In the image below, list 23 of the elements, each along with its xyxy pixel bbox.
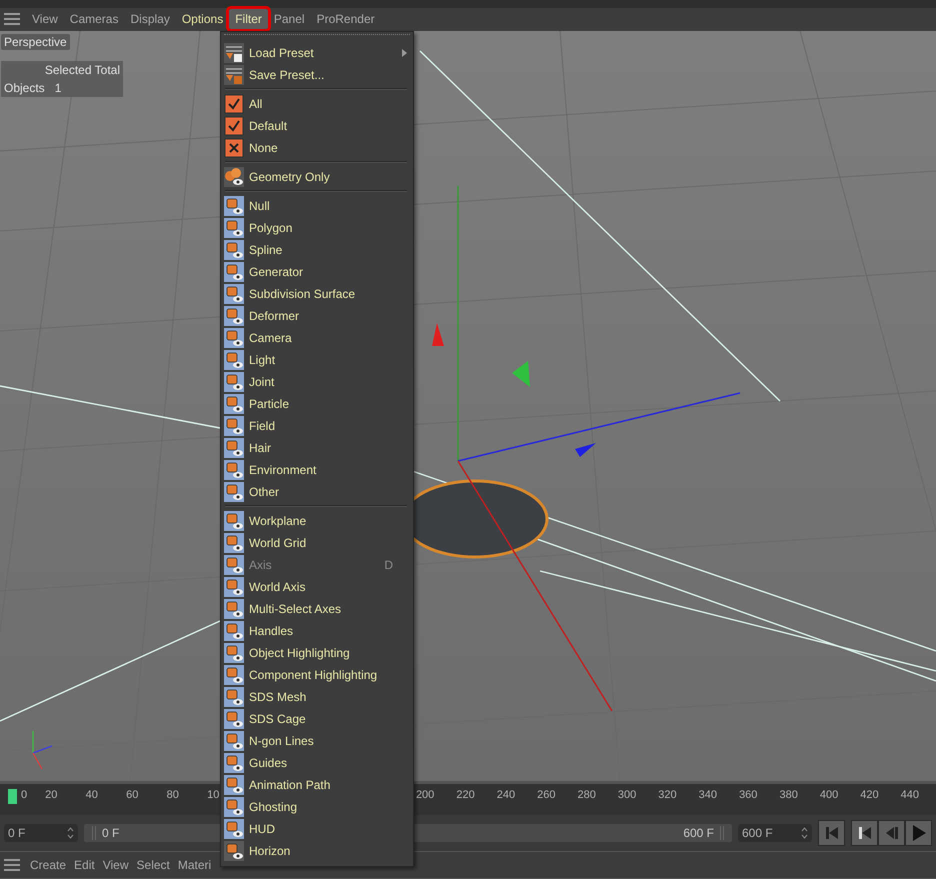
frame-number: 0 — [20, 789, 28, 804]
hud-label: Objects — [4, 80, 45, 95]
frame-number: 360 — [738, 789, 758, 802]
hud-value: 1 — [54, 80, 62, 95]
frame-number: 60 — [125, 789, 140, 804]
frame-number: 400 — [818, 789, 840, 802]
frame-number: 20 — [44, 789, 58, 804]
frame-number: 380 — [778, 789, 799, 802]
frame-number: 10 — [206, 789, 220, 804]
frame-number: 320 — [657, 789, 678, 802]
frame-number: 240 — [496, 789, 516, 802]
hud-header: Selected Total — [44, 62, 120, 77]
frame-number: 220 — [455, 789, 476, 802]
frame-number: 340 — [698, 789, 718, 802]
frame-number: 260 — [536, 789, 556, 802]
frame-number: 280 — [576, 789, 597, 802]
shortcut-key: D — [384, 558, 393, 572]
frame-number: 80 — [166, 789, 180, 804]
frame-number: 440 — [900, 789, 920, 802]
frame-number: 40 — [84, 789, 99, 804]
frame-number: 420 — [859, 789, 880, 802]
frame-number: 200 — [414, 789, 436, 802]
frame-number: 300 — [616, 789, 638, 802]
